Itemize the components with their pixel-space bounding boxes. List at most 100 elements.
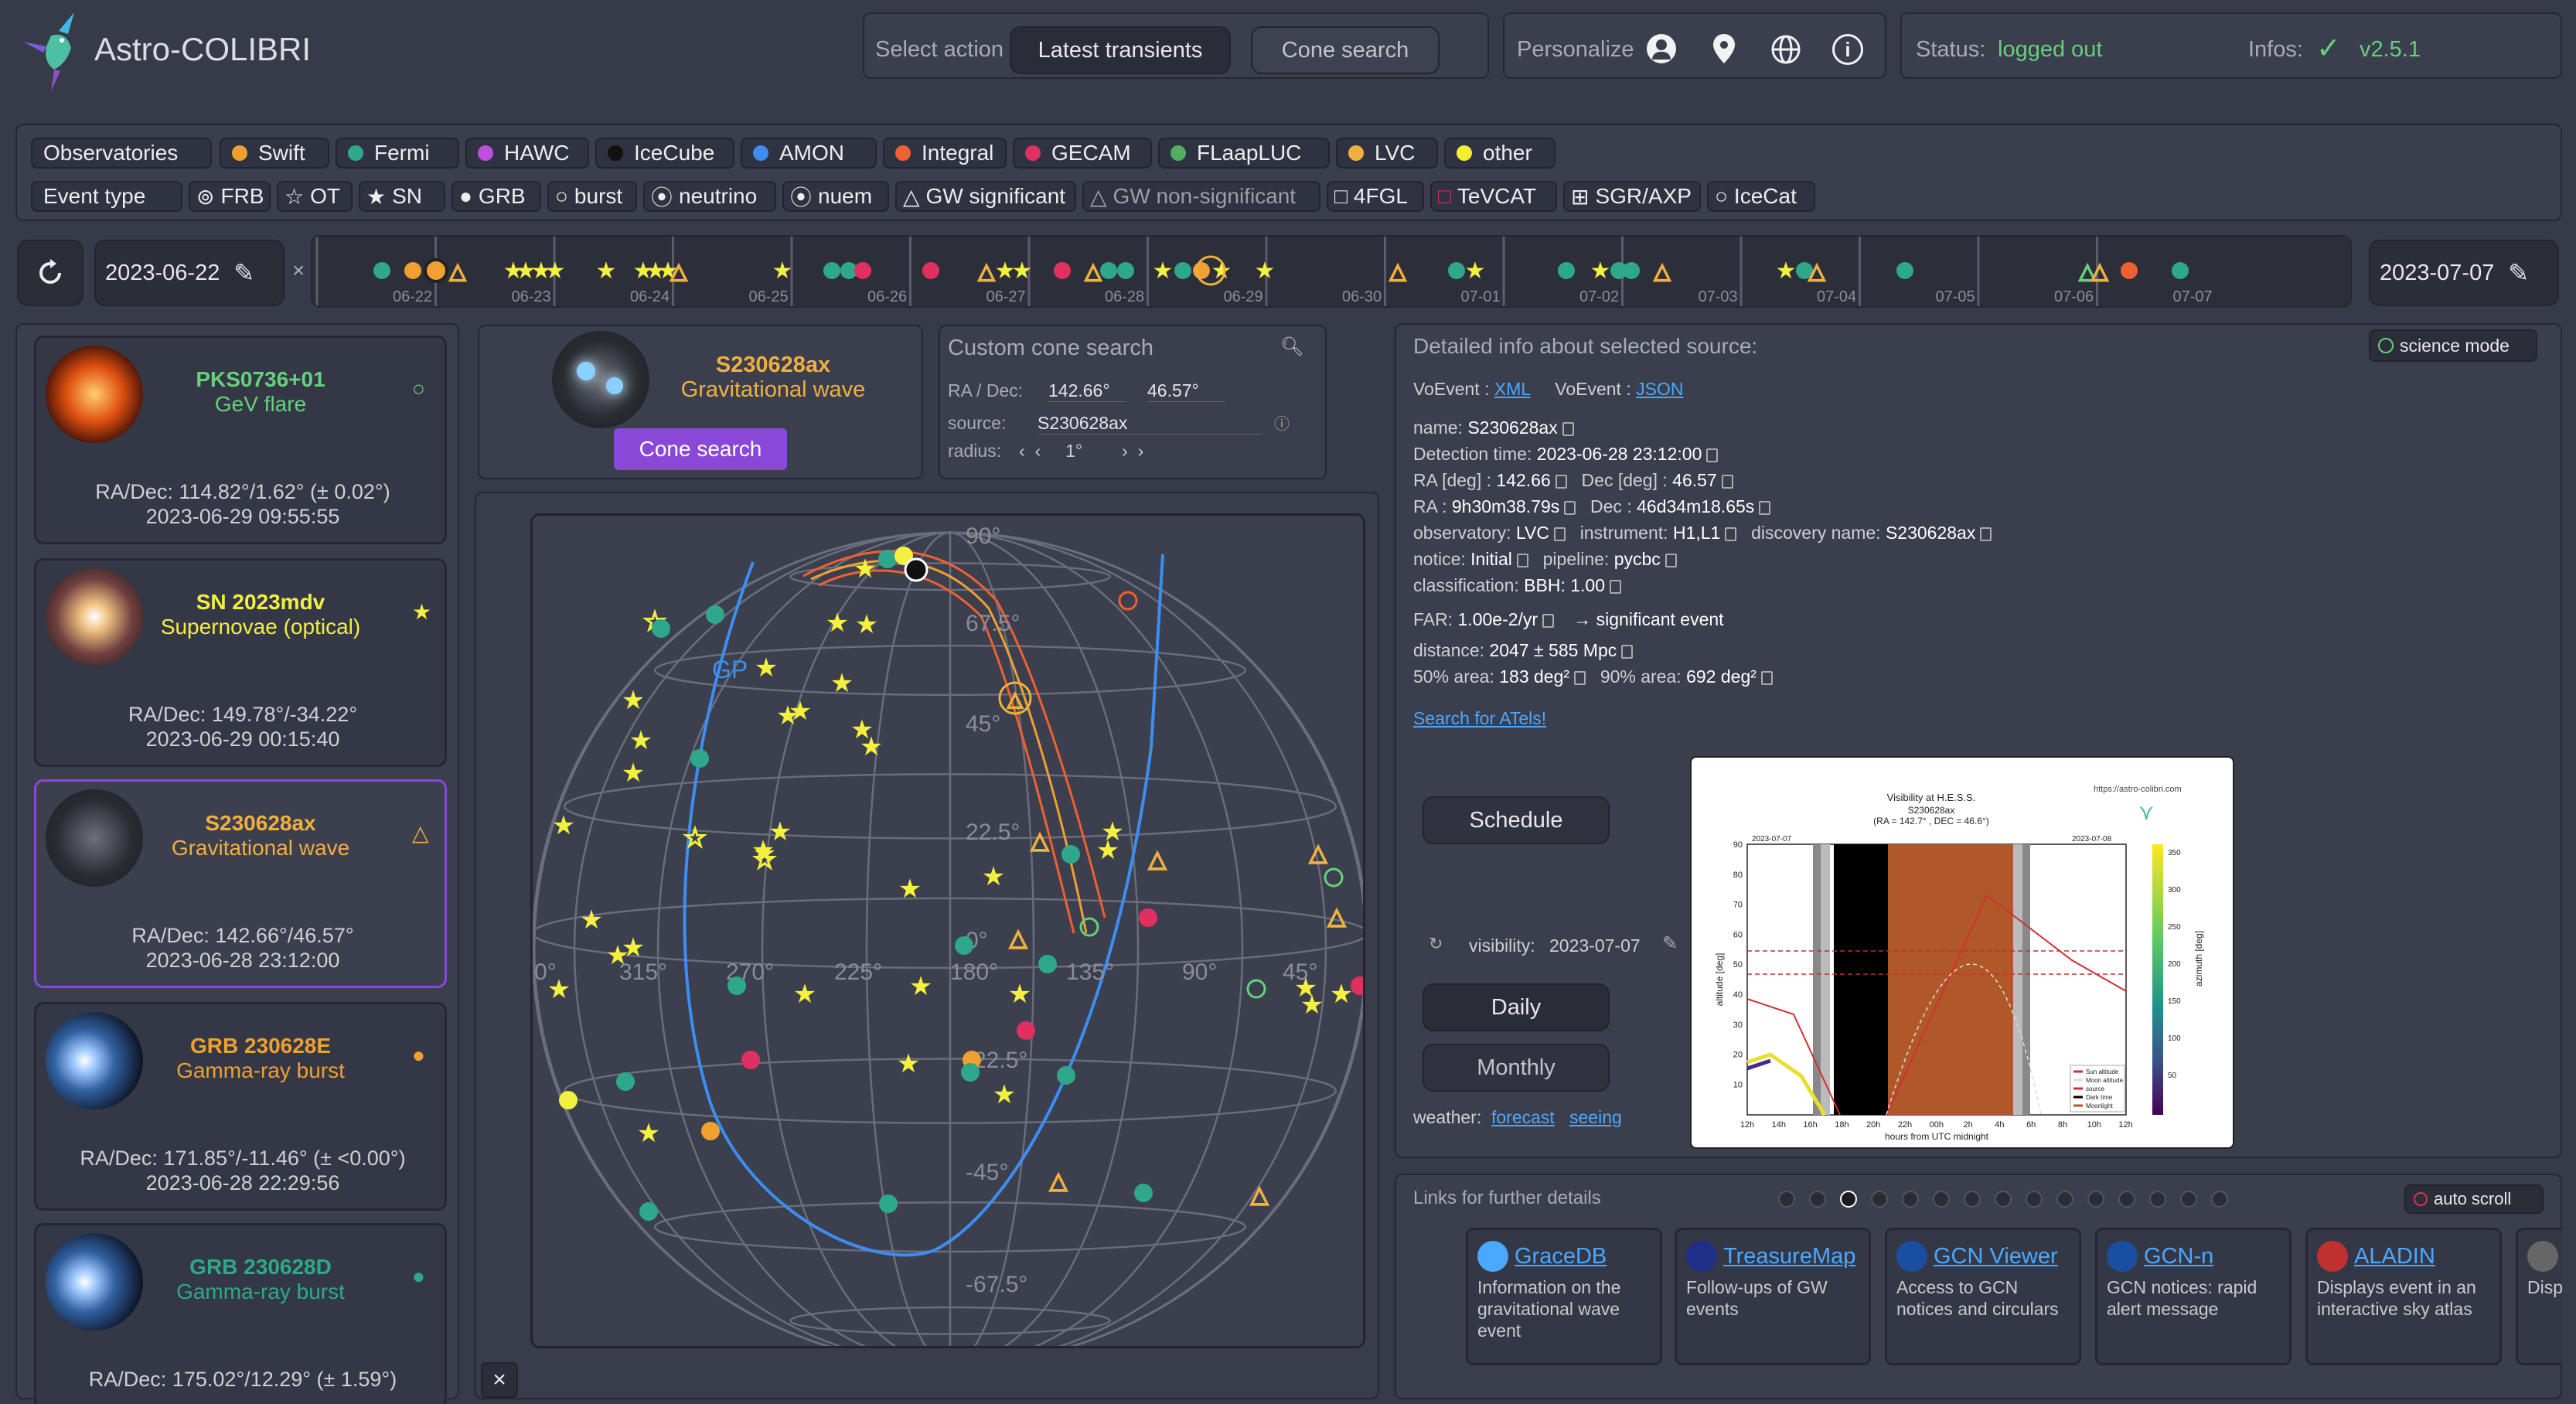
gw-source-marker[interactable]: △ [1008,925,1027,952]
timeline-event-marker[interactable] [1193,262,1210,279]
source-marker[interactable] [879,1194,898,1213]
source-marker[interactable] [690,749,709,768]
neutrino-marker[interactable] [904,557,929,582]
observatory-chip-integral[interactable]: Integral [883,138,1007,169]
source-marker[interactable]: ★ [552,811,575,840]
source-marker[interactable] [961,1063,980,1082]
skymap[interactable]: GP 90° 67.5° 45° 22.5° 0° -22.5° -45° -67.5° 0° 31… [530,513,1365,1348]
gw-source-marker[interactable]: △ [1249,1181,1269,1208]
search-icon[interactable]: 🔍︎ [1280,336,1303,358]
link-card-title[interactable]: GraceDB [1515,1244,1607,1269]
source-marker[interactable] [639,1202,658,1221]
source-marker[interactable]: ★ [898,874,922,904]
link-card[interactable]: GraceDB Information on the gravitational … [1466,1228,1662,1365]
source-marker[interactable] [701,1122,720,1140]
transient-card[interactable]: GRB 230628D Gamma-ray burst ● RA/Dec: 175.0… [34,1223,447,1404]
source-marker[interactable]: ★ [854,554,877,584]
timeline-event-marker[interactable] [1054,262,1071,279]
source-marker[interactable] [1139,908,1157,927]
timeline-selected-marker[interactable] [424,258,448,283]
observatory-chip-hawc[interactable]: HAWC [465,138,589,169]
source-marker[interactable] [1038,955,1057,973]
source-marker[interactable]: ★ [793,980,816,1009]
timeline-event-marker[interactable]: ★ [1255,258,1276,284]
source-marker[interactable]: ★ [755,653,778,683]
observatory-chip-swift[interactable]: Swift [220,138,329,169]
source-marker[interactable]: ★ [909,972,932,1001]
link-card[interactable]: TreasureMap Follow-ups of GW events [1675,1228,1871,1365]
link-card-title[interactable]: GCN-n [2144,1244,2213,1269]
observatories-label[interactable]: Observatories [31,138,212,169]
timeline-event-marker[interactable] [1174,262,1191,279]
source-marker[interactable]: ★ [826,608,849,638]
source-marker[interactable]: ★ [1096,836,1119,865]
source-marker[interactable]: ★ [1300,990,1324,1020]
timeline-event-marker[interactable] [373,262,390,279]
source-marker[interactable]: ★ [622,686,645,715]
close-map-button[interactable]: × [481,1362,518,1398]
timeline-event-marker[interactable] [1100,262,1117,279]
link-card[interactable]: ALADIN Displays event in an interactive s… [2305,1228,2502,1365]
observatory-chip-flaapluc[interactable]: FLaapLUC [1158,138,1330,169]
timeline-event-marker[interactable] [854,262,871,279]
timeline-event-marker[interactable]: △ [448,258,467,284]
transient-card[interactable]: GRB 230628E Gamma-ray burst ● RA/Dec: 171.8… [34,1002,447,1211]
timeline-event-marker[interactable]: ★ [772,258,793,284]
source-marker[interactable]: ★ [993,1080,1016,1109]
event-type-chip-sn[interactable]: ★ SN [359,181,445,212]
timeline-event-marker[interactable]: △ [670,258,688,284]
source-marker[interactable]: ★ [982,862,1005,891]
source-marker[interactable] [878,550,897,568]
event-type-label[interactable]: Event type [31,181,182,212]
source-marker[interactable] [741,1051,760,1069]
refresh-button[interactable] [17,240,83,306]
source-marker[interactable]: ★ [622,758,645,788]
source-marker[interactable]: ★ [629,726,653,755]
selected-cone-search-button[interactable]: Cone search [614,428,787,470]
source-marker[interactable] [706,605,724,624]
link-card[interactable]: GCN Viewer Access to GCN notices and circ… [1885,1228,2081,1365]
link-card[interactable]: DisplDispl intera [2516,1228,2562,1365]
link-card-title[interactable]: GCN Viewer [1934,1244,2058,1269]
source-marker[interactable]: ★ [830,669,854,698]
source-marker[interactable]: ★ [547,975,571,1004]
source-marker[interactable]: ★ [580,905,603,935]
source-marker[interactable] [616,1072,635,1091]
source-marker[interactable]: ★ [855,610,878,639]
timeline-event-marker[interactable] [823,262,840,279]
source-marker[interactable]: ☆ [752,844,777,875]
start-date-field[interactable]: 2023-06-22 ✎ [94,240,285,306]
timeline-event-marker[interactable] [404,262,421,279]
event-type-chip-gw-significant[interactable]: △ GW significant [895,181,1076,212]
timeline-event-marker[interactable]: ★ [596,258,617,284]
link-card-title[interactable]: ALADIN [2354,1244,2435,1269]
timeline-event-marker[interactable]: ★ [545,258,566,284]
gw-source-marker[interactable]: △ [1308,840,1327,867]
event-type-chip-grb[interactable]: ● GRB [451,181,541,212]
source-marker[interactable] [1246,979,1266,999]
event-type-chip-ot[interactable]: ☆ OT [277,181,353,212]
source-marker[interactable] [1061,845,1080,864]
timeline-event-marker[interactable]: △ [1084,258,1102,284]
ra-input[interactable]: 142.66° [1048,380,1126,402]
gw-source-marker[interactable]: △ [1048,1167,1068,1194]
source-marker[interactable]: ★ [1330,980,1353,1009]
source-marker[interactable] [1134,1184,1153,1202]
source-marker[interactable]: ☆ [683,823,707,854]
source-marker[interactable]: ★ [637,1119,660,1148]
close-timeline-icon[interactable]: × [292,258,305,283]
observatory-chip-amon[interactable]: AMON [741,138,877,169]
gw-source-marker[interactable]: △ [1030,827,1049,854]
latest-transients-button[interactable]: Latest transients [1010,26,1231,74]
source-marker[interactable]: ★ [1008,980,1031,1009]
event-type-chip-nuem[interactable]: ⦿ nuem [782,181,889,212]
source-marker[interactable] [652,619,670,638]
timeline-event-marker[interactable]: △ [977,258,996,284]
timeline-event-marker[interactable] [1117,262,1134,279]
transient-card[interactable]: S230628ax Gravitational wave △ RA/Dec: 142.… [34,779,447,988]
source-marker[interactable] [1079,917,1099,937]
source-marker[interactable]: ★ [897,1049,920,1079]
source-marker[interactable] [559,1091,578,1109]
source-marker[interactable] [1118,591,1138,611]
timeline-event-marker[interactable] [922,262,939,279]
